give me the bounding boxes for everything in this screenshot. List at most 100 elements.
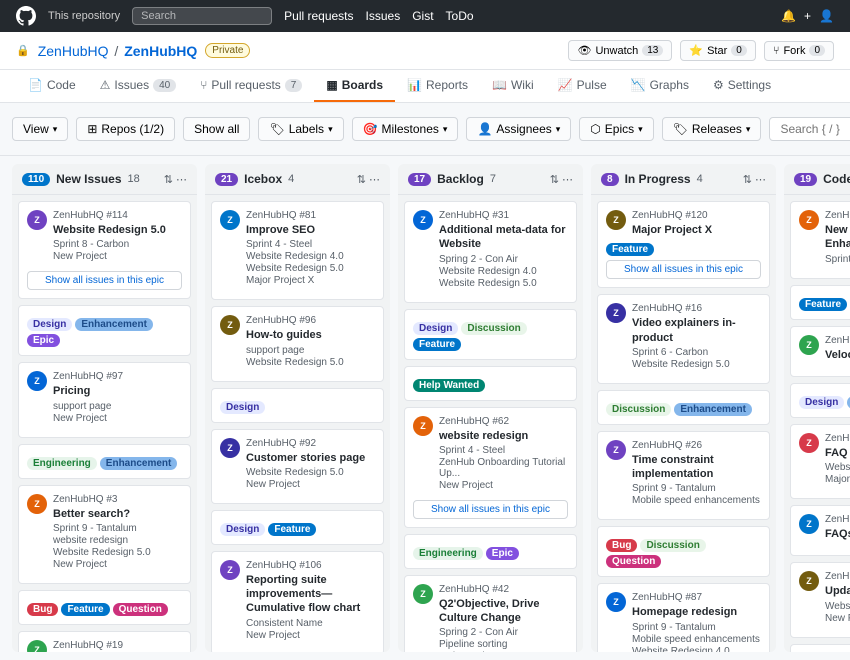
show-all-button[interactable]: Show all (183, 117, 250, 141)
card[interactable]: Z ZenHubHQ #16Video explainers in-produc… (597, 294, 770, 384)
show-all-issues-button[interactable]: Show all issues in this epic (606, 260, 761, 279)
card[interactable]: Z ZenHubHQ #85FAQ page redesignWebsite r… (790, 424, 850, 499)
column-actions[interactable]: ⇅ ⋯ (550, 173, 573, 186)
card[interactable]: Z ZenHubHQ #114Website Redesign 5.0Sprin… (18, 201, 191, 299)
card[interactable]: DiscussionEnhancement (597, 390, 770, 425)
subnav-boards[interactable]: ▦ Boards (314, 70, 395, 102)
card[interactable]: Z ZenHubHQ #15New Velocity Chart Enhance… (790, 201, 850, 279)
card-sub1: support page (246, 345, 344, 356)
card[interactable]: Z ZenHubHQ #62website redesignSprint 4 -… (404, 407, 577, 528)
card[interactable]: Z ZenHubHQ #42Q2'Objective, Drive Cultur… (404, 575, 577, 652)
repo-name-link[interactable]: ZenHubHQ (124, 43, 197, 59)
card-sub2: New Project (246, 630, 375, 641)
card[interactable]: Z ZenHubHQ #96How-to guidessupport pageW… (211, 306, 384, 381)
card[interactable]: Help Wanted (404, 366, 577, 401)
card-sub2: Website Redesign 5.0 (632, 359, 761, 370)
repos-button[interactable]: ⊞ Repos (1/2) (76, 117, 175, 141)
card[interactable]: Z ZenHubHQ #26Time constraint implementa… (597, 431, 770, 521)
card[interactable]: DesignFeature (211, 510, 384, 545)
card-meta: ZenHubHQ #19 (53, 640, 161, 651)
column-actions[interactable]: ⇅ ⋯ (357, 173, 380, 186)
column-issue-count: 7 (490, 173, 496, 185)
label-question: Question (606, 555, 661, 568)
card[interactable]: DesignDiscussionFeature (404, 309, 577, 360)
card-title: Better search? (53, 507, 151, 521)
card[interactable]: Z ZenHubHQ #111Velocity UI enhanc... (790, 326, 850, 377)
label-feature: Feature (61, 603, 109, 616)
card[interactable]: DesignEnhancementEpic (18, 305, 191, 356)
card[interactable]: Z ZenHubHQ #81Improve SEOSprint 4 - Stee… (211, 201, 384, 300)
card-title: Website Redesign 5.0 (53, 223, 166, 237)
subnav-pulse[interactable]: 📈 Pulse (546, 70, 619, 102)
view-chevron: ▾ (53, 124, 58, 135)
card[interactable]: Z ZenHubHQ #97Pricingsupport pageNew Pro… (18, 362, 191, 437)
fork-button[interactable]: ⑂ Fork 0 (764, 41, 834, 61)
card[interactable]: Z ZenHubHQ #19UI updates and bugsSprint … (18, 631, 191, 652)
card[interactable]: Z ZenHubHQ #3Better search?Sprint 9 - Ta… (18, 485, 191, 584)
subnav-settings[interactable]: ⚙ Settings (701, 70, 783, 102)
card-sub1: Website redesign 3.0 (825, 462, 850, 473)
subnav-issues[interactable]: ⚠ Issues 40 (88, 70, 189, 102)
card[interactable]: DesignEnhancement (790, 644, 850, 652)
releases-button[interactable]: 🏷 Releases ▾ (662, 117, 762, 141)
top-search-input[interactable] (132, 7, 272, 25)
todo-link[interactable]: ToDo (446, 9, 474, 23)
card[interactable]: Z ZenHubHQ #120Major Project XFeatureSho… (597, 201, 770, 288)
board: 110 New Issues 18 ⇅ ⋯ Z ZenHubHQ #114Web… (0, 156, 850, 660)
subnav-code[interactable]: 📄 Code (16, 70, 88, 102)
card[interactable]: BugDiscussionQuestion (597, 526, 770, 577)
column-actions[interactable]: ⇅ ⋯ (743, 173, 766, 186)
card[interactable]: Design (211, 388, 384, 423)
subnav-wiki[interactable]: 📖 Wiki (480, 70, 546, 102)
card[interactable]: Z ZenHubHQ #58Update logo on the w...Web… (790, 562, 850, 637)
labels-button[interactable]: 🏷 Labels ▾ (258, 117, 343, 141)
card-sub2: Website Redesign 4.0 (246, 251, 344, 262)
card-sub1: Sprint 4 - Steel (246, 239, 344, 250)
card-labels: DesignFeature (220, 523, 375, 536)
repo-owner-link[interactable]: ZenHubHQ (38, 43, 109, 59)
card-sub2: Mobile speed enhancements (632, 495, 761, 506)
show-all-issues-button[interactable]: Show all issues in this epic (27, 271, 182, 290)
view-button[interactable]: View ▾ (12, 117, 68, 141)
card[interactable]: Feature (790, 285, 850, 320)
epics-button[interactable]: ⬡ Epics ▾ (579, 117, 653, 141)
card[interactable]: Z ZenHubHQ #31Additional meta-data for W… (404, 201, 577, 303)
card[interactable]: DesignEnhancement (790, 383, 850, 418)
bell-icon[interactable]: 🔔 (781, 9, 796, 23)
issues-link[interactable]: Issues (366, 9, 401, 23)
card-meta: ZenHubHQ #106 (246, 560, 375, 571)
card[interactable]: Z ZenHubHQ #106Reporting suite improveme… (211, 551, 384, 652)
pull-requests-link[interactable]: Pull requests (284, 9, 353, 23)
card[interactable]: Z ZenHubHQ #87Homepage redesignSprint 9 … (597, 583, 770, 652)
user-avatar[interactable]: 👤 (819, 9, 834, 23)
label-discussion: Discussion (461, 322, 526, 335)
subnav-reports[interactable]: 📊 Reports (395, 70, 480, 102)
card[interactable]: BugFeatureQuestion (18, 590, 191, 625)
show-all-issues-button[interactable]: Show all issues in this epic (413, 500, 568, 519)
card-title: Q2'Objective, Drive Culture Change (439, 597, 568, 626)
card-meta: ZenHubHQ #31 (439, 210, 568, 221)
star-button[interactable]: ⭐ Star 0 (680, 40, 755, 61)
card[interactable]: EngineeringEpic (404, 534, 577, 569)
card[interactable]: Z ZenHubHQ #92Customer stories pageWebsi… (211, 429, 384, 504)
subnav-graphs[interactable]: 📉 Graphs (619, 70, 701, 102)
plus-icon[interactable]: + (804, 9, 811, 23)
board-search-input[interactable] (769, 117, 850, 141)
milestones-button[interactable]: 🎯 Milestones ▾ (352, 117, 459, 141)
card-sub2: Website Redesign 4.0 (439, 266, 568, 277)
card[interactable]: EngineeringEnhancement (18, 444, 191, 479)
card-title: website redesign (439, 429, 568, 443)
card-meta: ZenHubHQ #87 (632, 592, 760, 603)
card[interactable]: Z ZenHubHQ #108FAQs (790, 505, 850, 556)
subnav-pullrequests[interactable]: ⑂ Pull requests 7 (188, 70, 314, 102)
card-header: Z ZenHubHQ #58Update logo on the w...Web… (799, 571, 850, 624)
card-title: Major Project X (632, 223, 712, 237)
column-issue-count: 18 (128, 173, 140, 185)
lock-icon: 🔒 (16, 44, 30, 57)
assignees-button[interactable]: 👤 Assignees ▾ (466, 117, 571, 141)
card-labels: EngineeringEnhancement (27, 457, 182, 470)
unwatch-button[interactable]: 👁 Unwatch 13 (568, 40, 672, 61)
label-discussion: Discussion (640, 539, 705, 552)
gist-link[interactable]: Gist (412, 9, 433, 23)
column-actions[interactable]: ⇅ ⋯ (164, 173, 187, 186)
